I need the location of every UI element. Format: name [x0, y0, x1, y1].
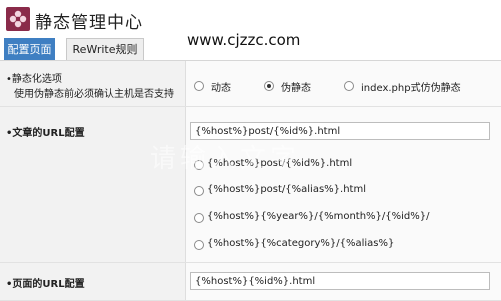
page-title: 静态管理中心 [35, 13, 143, 33]
radio-dynamic-label: 动态 [211, 83, 231, 94]
radio-dynamic[interactable] [194, 81, 204, 91]
radio-article-url-category[interactable] [194, 240, 204, 250]
value-cell: 动态 伪静态 index.php式仿伪静态 [186, 61, 501, 106]
label-cell: •文章的URL配置 [0, 107, 186, 262]
article-url-label: •文章的URL配置 [6, 128, 85, 139]
settings-table: •静态化选项 使用伪静态前必须确认主机是否支持 动态 伪静态 index.php… [0, 61, 501, 301]
radio-pseudo-static-label: 伪静态 [281, 83, 311, 94]
site-url-text: www.cjzzc.com [187, 31, 301, 49]
page-url-input[interactable] [190, 272, 490, 290]
value-cell [186, 263, 501, 300]
radio-index-php[interactable] [344, 81, 354, 91]
radio-article-url-alias[interactable] [194, 186, 204, 196]
article-url-option-label: {%host%}{%category%}/{%alias%} [207, 238, 395, 249]
static-option-label: •静态化选项 [6, 74, 62, 85]
article-url-option-label: {%host%}post/{%id%}.html [207, 158, 353, 169]
article-url-input[interactable] [190, 122, 490, 140]
page-url-label: •页面的URL配置 [6, 279, 85, 290]
article-url-option-label: {%host%}post/{%alias%}.html [207, 184, 366, 195]
article-url-option-label: {%host%}{%year%}/{%month%}/{%id%}/ [207, 211, 430, 222]
row-static-option: •静态化选项 使用伪静态前必须确认主机是否支持 动态 伪静态 index.php… [0, 61, 501, 107]
row-article-url: •文章的URL配置 {%host%}post/{%id%}.html {%hos… [0, 107, 501, 263]
label-cell: •静态化选项 使用伪静态前必须确认主机是否支持 [0, 61, 186, 106]
radio-pseudo-static[interactable] [264, 81, 274, 91]
radio-article-url-date[interactable] [194, 213, 204, 223]
label-cell: •页面的URL配置 [0, 263, 186, 300]
tab-config-page[interactable]: 配置页面 [4, 38, 55, 60]
row-page-url: •页面的URL配置 [0, 263, 501, 301]
static-option-sublabel: 使用伪静态前必须确认主机是否支持 [14, 89, 174, 100]
flower-logo-icon [6, 7, 30, 31]
value-cell: {%host%}post/{%id%}.html {%host%}post/{%… [186, 107, 501, 262]
radio-article-url-id[interactable] [194, 160, 204, 170]
radio-index-php-label: index.php式仿伪静态 [361, 83, 461, 94]
header: 静态管理中心 www.cjzzc.com [0, 0, 501, 49]
tab-rewrite-rules[interactable]: ReWrite规则 [66, 38, 144, 60]
